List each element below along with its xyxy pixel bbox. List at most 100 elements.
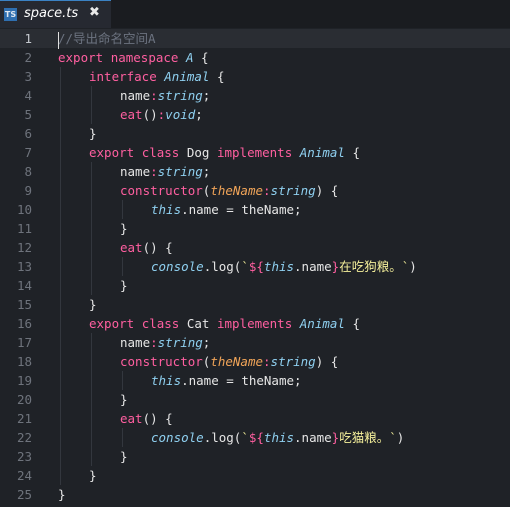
line-number: 19 <box>16 373 32 388</box>
line-number: 24 <box>16 468 32 483</box>
code-token: { <box>193 50 209 65</box>
code-editor[interactable]: 1 //导出命名空间A 2 export namespace A { 3 interfac… <box>0 28 510 507</box>
code-line[interactable]: 4 name:string; <box>0 86 510 105</box>
code-token: ; <box>202 335 211 350</box>
code-text: } <box>120 276 128 295</box>
code-line[interactable]: 15} <box>0 295 510 314</box>
code-line[interactable]: 17 name:string; <box>0 333 510 352</box>
code-token: 吃猫粮。` <box>339 430 397 445</box>
code-text: this.name = theName; <box>151 200 302 219</box>
line-number: 13 <box>16 259 32 274</box>
line-number: 3 <box>24 69 32 84</box>
code-text: } <box>89 466 97 485</box>
code-line[interactable]: 9 constructor(theName:string) { <box>0 181 510 200</box>
code-token: this <box>263 259 295 274</box>
code-token: .log( <box>203 259 242 274</box>
code-token: ` <box>241 259 249 274</box>
code-line[interactable]: 13 console.log(`${this.name}在吃狗粮。`) <box>0 257 510 276</box>
code-text: } <box>58 485 66 504</box>
code-line[interactable]: 24} <box>0 466 510 485</box>
code-line[interactable]: 18 constructor(theName:string) { <box>0 352 510 371</box>
code-line[interactable]: 8 name:string; <box>0 162 510 181</box>
code-token: name <box>120 335 151 350</box>
code-token: { <box>344 316 360 331</box>
code-token: .log( <box>203 430 242 445</box>
code-line[interactable]: 7 export class Dog implements Animal { <box>0 143 510 162</box>
code-token: this <box>263 430 295 445</box>
code-text: name:string; <box>120 86 210 105</box>
code-line[interactable]: 19 this.name = theName; <box>0 371 510 390</box>
code-text: //导出命名空间A <box>58 29 156 48</box>
indent-guide <box>60 67 61 485</box>
code-token: : <box>263 354 271 369</box>
code-token: Dog <box>186 145 210 160</box>
code-token: theName <box>210 183 264 198</box>
tab-space-ts[interactable]: TS space.ts ✖ <box>0 0 111 28</box>
code-token: } <box>89 297 97 312</box>
code-token: constructor <box>120 183 203 198</box>
line-number: 22 <box>16 430 32 445</box>
code-token: ) { <box>315 183 339 198</box>
code-token: name <box>120 164 151 179</box>
line-number: 20 <box>16 392 32 407</box>
code-text: name:string; <box>120 333 210 352</box>
line-number: 11 <box>16 221 32 236</box>
code-line[interactable]: 6} <box>0 124 510 143</box>
code-token: } <box>89 468 97 483</box>
code-token: .name = theName; <box>181 373 302 388</box>
code-line[interactable]: 23} <box>0 447 510 466</box>
line-number: 17 <box>16 335 32 350</box>
code-text: } <box>120 447 128 466</box>
code-token: : <box>150 335 158 350</box>
code-token: : <box>263 183 271 198</box>
code-line[interactable]: 16 export class Cat implements Animal { <box>0 314 510 333</box>
close-icon[interactable]: ✖ <box>89 5 100 20</box>
code-token: ; <box>195 107 203 122</box>
code-token: ) <box>396 430 405 445</box>
typescript-file-icon: TS <box>4 8 17 21</box>
code-text: console.log(`${this.name}在吃狗粮。`) <box>151 257 417 276</box>
code-token: this <box>151 373 182 388</box>
code-text: export class Cat implements Animal { <box>89 314 360 333</box>
code-token: Animal <box>299 145 345 160</box>
code-token: .name = theName; <box>181 202 302 217</box>
code-token: } <box>120 392 128 407</box>
code-line[interactable]: 3 interface Animal { <box>0 67 510 86</box>
code-token: export <box>89 316 135 331</box>
code-text: interface Animal { <box>89 67 224 86</box>
code-line[interactable]: 20} <box>0 390 510 409</box>
indent-guide <box>122 200 123 219</box>
code-line[interactable]: 25} <box>0 485 510 504</box>
code-token: console <box>151 430 204 445</box>
code-token: string <box>270 354 316 369</box>
code-token: ${ <box>248 259 264 274</box>
code-text: export namespace A { <box>58 48 209 67</box>
code-token: eat <box>120 240 143 255</box>
code-token: string <box>270 183 316 198</box>
code-line[interactable]: 10 this.name = theName; <box>0 200 510 219</box>
line-number: 4 <box>24 88 32 103</box>
code-token: } <box>120 221 128 236</box>
code-line[interactable]: 22 console.log(`${this.name}吃猫粮。`) <box>0 428 510 447</box>
code-line[interactable]: 21 eat() { <box>0 409 510 428</box>
code-text: constructor(theName:string) { <box>120 352 338 371</box>
code-text: } <box>89 295 97 314</box>
line-number: 10 <box>16 202 32 217</box>
code-line[interactable]: 2 export namespace A { <box>0 48 510 67</box>
line-number: 23 <box>16 449 32 464</box>
indent-guide <box>122 428 123 447</box>
code-line[interactable]: 14} <box>0 276 510 295</box>
line-number: 6 <box>24 126 32 141</box>
code-text: export class Dog implements Animal { <box>89 143 360 162</box>
code-line[interactable]: 12 eat() { <box>0 238 510 257</box>
code-line[interactable]: 11} <box>0 219 510 238</box>
line-number: 1 <box>24 31 32 46</box>
code-line[interactable]: 1 //导出命名空间A <box>0 29 510 48</box>
code-line[interactable]: 5 eat():void; <box>0 105 510 124</box>
